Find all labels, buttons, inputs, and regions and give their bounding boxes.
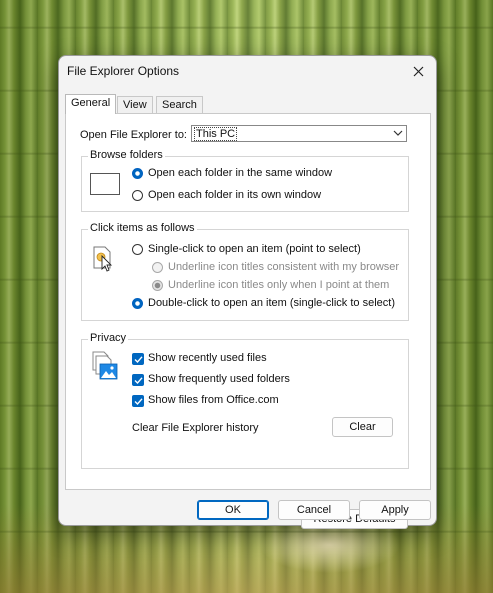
- radio-single-click[interactable]: [132, 244, 143, 255]
- tab-view[interactable]: View: [117, 96, 153, 113]
- cancel-button-label: Cancel: [296, 504, 332, 516]
- documents-image-icon: [92, 351, 118, 380]
- double-click-label[interactable]: Double-click to open an item (single-cli…: [148, 297, 395, 309]
- same-window-label[interactable]: Open each folder in the same window: [148, 167, 332, 179]
- close-button[interactable]: [404, 58, 432, 84]
- checkbox-recent-files[interactable]: [132, 353, 144, 365]
- privacy-group: Privacy Show recently used files Show fr…: [81, 332, 409, 469]
- title-bar[interactable]: File Explorer Options: [59, 56, 436, 86]
- checkmark-icon: [134, 355, 143, 363]
- clear-button[interactable]: Clear: [332, 417, 393, 437]
- radio-underline-point[interactable]: [152, 280, 163, 291]
- underline-point-label[interactable]: Underline icon titles only when I point …: [168, 279, 389, 291]
- browse-folders-group: Browse folders Open each folder in the s…: [81, 149, 409, 212]
- recent-files-label[interactable]: Show recently used files: [148, 352, 267, 364]
- browse-folders-title: Browse folders: [88, 149, 165, 161]
- ok-button-label: OK: [225, 504, 241, 516]
- pointer-file-icon: [93, 246, 113, 272]
- clear-button-label: Clear: [349, 421, 376, 433]
- clear-history-label: Clear File Explorer history: [132, 422, 259, 434]
- click-items-group: Click items as follows Single-click to o…: [81, 222, 409, 321]
- own-window-label[interactable]: Open each folder in its own window: [148, 189, 321, 201]
- checkbox-frequent-folders[interactable]: [132, 374, 144, 386]
- open-to-dropdown[interactable]: This PC: [191, 125, 407, 142]
- tab-general-label: General: [71, 97, 111, 109]
- click-items-title: Click items as follows: [88, 222, 197, 234]
- close-icon: [413, 66, 423, 76]
- radio-double-click[interactable]: [132, 298, 143, 309]
- window-outline-icon: [90, 173, 120, 195]
- ok-button[interactable]: OK: [197, 500, 269, 520]
- underline-browser-label[interactable]: Underline icon titles consistent with my…: [168, 261, 399, 273]
- single-click-label[interactable]: Single-click to open an item (point to s…: [148, 243, 361, 255]
- frequent-folders-label[interactable]: Show frequently used folders: [148, 373, 290, 385]
- apply-button-label: Apply: [381, 504, 409, 516]
- office-files-label[interactable]: Show files from Office.com: [148, 394, 279, 406]
- checkmark-icon: [134, 376, 143, 384]
- checkmark-icon: [134, 397, 143, 405]
- checkbox-office-files[interactable]: [132, 395, 144, 407]
- privacy-title: Privacy: [88, 332, 129, 344]
- open-to-label: Open File Explorer to:: [80, 129, 187, 141]
- open-to-value: This PC: [194, 127, 238, 141]
- tab-view-label: View: [123, 99, 147, 111]
- radio-own-window[interactable]: [132, 190, 143, 201]
- general-tab-panel: Open File Explorer to: This PC Browse fo…: [65, 113, 431, 529]
- radio-same-window[interactable]: [132, 168, 143, 179]
- tab-general[interactable]: General: [65, 94, 117, 114]
- window-title: File Explorer Options: [67, 64, 180, 78]
- cancel-button[interactable]: Cancel: [278, 500, 350, 520]
- tab-search-label: Search: [162, 99, 197, 111]
- radio-underline-browser[interactable]: [152, 262, 163, 273]
- apply-button[interactable]: Apply: [359, 500, 431, 520]
- chevron-down-icon: [393, 130, 403, 136]
- file-explorer-options-dialog: File Explorer Options General View Searc…: [58, 55, 437, 529]
- tab-search[interactable]: Search: [156, 96, 203, 113]
